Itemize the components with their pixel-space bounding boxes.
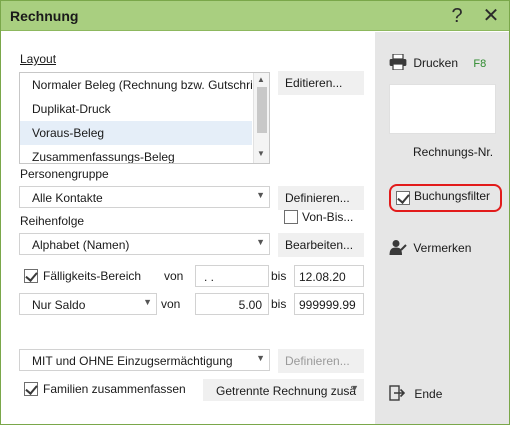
- buchungsfilter-checkbox[interactable]: [396, 191, 410, 205]
- personengruppe-value: Alle Kontakte: [32, 191, 103, 205]
- saldo-select[interactable]: Nur Saldo ▼: [19, 293, 157, 315]
- side-panel: Drucken F8 Rechnungs-Nr. Buchungsfilter …: [375, 32, 509, 424]
- personengruppe-label: Personengruppe: [20, 167, 109, 181]
- chevron-down-icon: ▼: [256, 190, 265, 200]
- chevron-down-icon: ▼: [143, 297, 152, 307]
- list-item[interactable]: Voraus-Beleg: [20, 121, 252, 145]
- edit-order-button[interactable]: Bearbeiten...: [278, 233, 364, 257]
- faelligkeit-bis-label: bis: [271, 269, 287, 283]
- window-title: Rechnung: [10, 8, 79, 24]
- einzug-select[interactable]: MIT und OHNE Einzugsermächtigung ▼: [19, 349, 270, 371]
- faelligkeit-von-label: von: [164, 269, 184, 283]
- saldo-von-input[interactable]: 5.00: [195, 293, 269, 315]
- buchungsfilter-label[interactable]: Buchungsfilter: [414, 189, 490, 203]
- faelligkeit-von-input[interactable]: . .: [195, 265, 269, 287]
- von-bis-label[interactable]: Von-Bis...: [302, 210, 353, 224]
- chevron-down-icon: ▼: [350, 383, 359, 393]
- define-group-button[interactable]: Definieren...: [278, 186, 364, 210]
- list-item[interactable]: Zusammenfassungs-Beleg: [20, 145, 252, 163]
- layout-listbox[interactable]: Normaler Beleg (Rechnung bzw. Gutschrift…: [19, 72, 270, 164]
- vermerken-label: Vermerken: [413, 241, 472, 255]
- saldo-bis-input[interactable]: 999999.99: [294, 293, 364, 315]
- familien-select[interactable]: Getrennte Rechnung zusä ▼: [203, 379, 364, 401]
- vermerken-button[interactable]: Vermerken: [389, 239, 471, 255]
- rechnung-dialog: Rechnung ? ✕ Layout Normaler Beleg (Rech…: [0, 0, 510, 425]
- von-bis-checkbox[interactable]: [284, 210, 298, 224]
- end-label: Ende: [414, 387, 443, 401]
- chevron-down-icon: ▼: [256, 237, 265, 247]
- define-einzug-button[interactable]: Definieren...: [278, 349, 364, 373]
- reihenfolge-value: Alphabet (Namen): [32, 238, 130, 252]
- rechnungs-nr-box: [389, 84, 496, 134]
- list-item[interactable]: Normaler Beleg (Rechnung bzw. Gutschrift…: [20, 73, 252, 97]
- reihenfolge-label: Reihenfolge: [20, 214, 85, 228]
- familien-label[interactable]: Familien zusammenfassen: [43, 382, 186, 396]
- edit-layout-button[interactable]: Editieren...: [278, 71, 364, 95]
- print-button[interactable]: Drucken F8: [389, 53, 487, 71]
- printer-icon: [389, 53, 407, 71]
- print-label: Drucken: [413, 56, 459, 70]
- familien-value: Getrennte Rechnung zusä: [216, 384, 357, 398]
- user-note-icon: [389, 240, 407, 255]
- main-panel: Layout Normaler Beleg (Rechnung bzw. Gut…: [1, 32, 375, 424]
- layout-label: Layout: [20, 52, 57, 66]
- saldo-von-label: von: [161, 297, 181, 311]
- faelligkeit-checkbox[interactable]: [24, 269, 38, 283]
- reihenfolge-select[interactable]: Alphabet (Namen) ▼: [19, 233, 270, 255]
- end-button[interactable]: Ende: [389, 385, 442, 401]
- saldo-value: Nur Saldo: [32, 298, 86, 312]
- exit-icon: [389, 385, 406, 401]
- title-bar: Rechnung ? ✕: [1, 1, 509, 31]
- scroll-down-icon[interactable]: ▼: [257, 149, 265, 158]
- rechnungs-nr-label: Rechnungs-Nr.: [413, 145, 494, 159]
- faelligkeit-bis-input[interactable]: 12.08.20: [294, 265, 364, 287]
- print-shortcut: F8: [473, 58, 487, 70]
- chevron-down-icon: ▼: [256, 353, 265, 363]
- personengruppe-select[interactable]: Alle Kontakte ▼: [19, 186, 270, 208]
- layout-scrollbar[interactable]: ▲ ▼: [253, 73, 269, 163]
- faelligkeit-label[interactable]: Fälligkeits-Bereich: [43, 269, 141, 283]
- scroll-thumb[interactable]: [257, 87, 267, 133]
- list-item[interactable]: Duplikat-Druck: [20, 97, 252, 121]
- scroll-up-icon[interactable]: ▲: [257, 75, 265, 84]
- help-button[interactable]: ?: [445, 4, 469, 28]
- saldo-bis-label: bis: [271, 297, 287, 311]
- einzug-value: MIT und OHNE Einzugsermächtigung: [32, 354, 233, 368]
- familien-checkbox[interactable]: [24, 382, 38, 396]
- close-button[interactable]: ✕: [479, 4, 503, 28]
